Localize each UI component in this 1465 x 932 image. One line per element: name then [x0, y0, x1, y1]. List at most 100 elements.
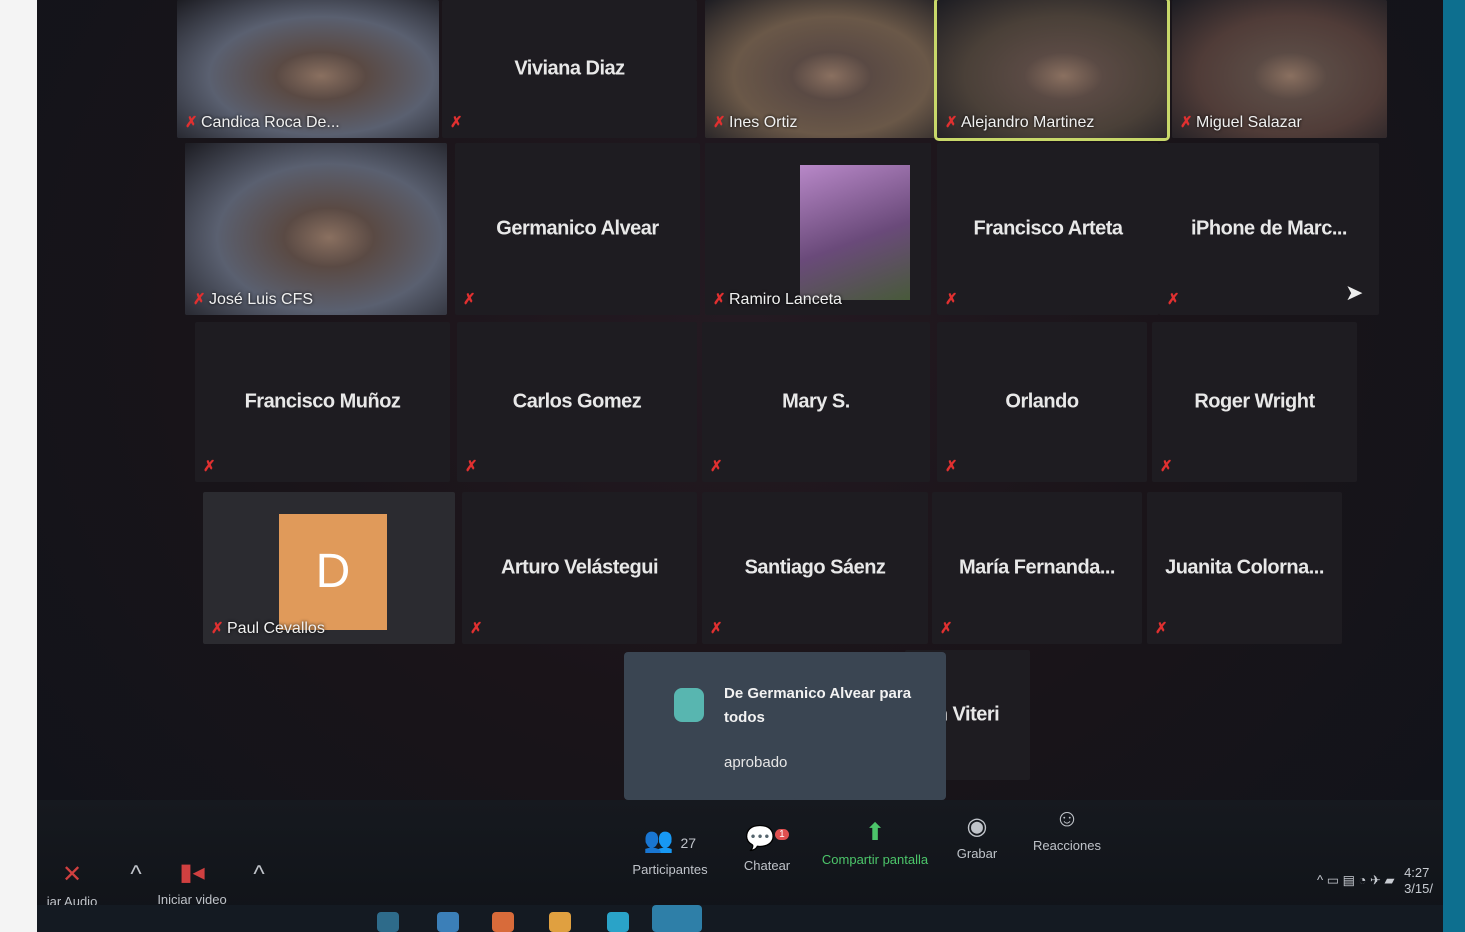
participants-icon: 👥 27 [643, 827, 697, 854]
chat-notification[interactable]: De Germanico Alvear para todos aprobado [624, 652, 946, 808]
participant-tile[interactable]: Viviana Diaz ✗ [442, 0, 697, 138]
system-tray: ^ ▭ ▤ ◔ ✈ ▰ 4:27 3/15/ [1317, 865, 1433, 897]
participant-tile[interactable]: ✗ Ramiro Lanceta [705, 143, 931, 315]
participant-tile[interactable]: ✗ Ines Ortiz [705, 0, 935, 138]
mic-muted-icon: ✗ [713, 291, 726, 308]
mic-muted-icon: ✗ [1167, 291, 1180, 308]
edge-icon[interactable] [607, 912, 629, 932]
participant-name: Francisco Muñoz [244, 390, 401, 413]
zoom-taskbar-icon[interactable] [652, 905, 702, 932]
participants-count: 27 [680, 835, 697, 851]
participant-name-label: Miguel Salazar [1196, 114, 1302, 131]
windows-start-icon[interactable] [437, 912, 459, 932]
chat-button[interactable]: 💬 1 Chatear [737, 822, 797, 874]
participant-name: María Fernanda... [959, 556, 1116, 579]
windows-taskbar [37, 905, 1443, 932]
clock-time: 4:27 [1404, 865, 1430, 880]
participant-name: Francisco Arteta [973, 217, 1123, 240]
mic-muted-icon: ✗ [940, 620, 953, 637]
mic-muted-icon: ✗ [945, 458, 958, 475]
participant-tile[interactable]: María Fernanda... ✗ [932, 492, 1142, 644]
chat-bubble-icon [674, 688, 704, 722]
participant-tile[interactable]: ✗ José Luis CFS [185, 143, 447, 315]
participant-name-label: Candica Roca De... [201, 114, 340, 131]
participant-tile[interactable]: Francisco Arteta ✗ [937, 143, 1159, 315]
participant-name: Juanita Colorna... [1165, 556, 1324, 579]
record-button[interactable]: ◉ Grabar [952, 813, 1002, 862]
participant-name-label: José Luis CFS [209, 291, 314, 308]
mic-muted-icon: ✗ [465, 458, 478, 475]
participant-name: Mary S. [782, 390, 850, 413]
mic-muted-icon: ✗ [463, 291, 476, 308]
record-label: Grabar [956, 846, 998, 861]
mic-muted-icon: ✗ [211, 620, 224, 637]
mouse-cursor-icon: ➤ [1345, 280, 1364, 305]
mic-muted-icon: ✗ [450, 114, 463, 131]
participant-name: Roger Wright [1194, 390, 1315, 413]
mic-muted-icon: ✗ [710, 620, 723, 637]
mic-muted-icon: ✗ [1160, 458, 1173, 475]
participant-video-feed [185, 143, 447, 315]
participant-avatar: D [279, 514, 387, 630]
chat-notification-message: aprobado [724, 754, 788, 771]
mic-muted-icon: ✗ [1155, 620, 1168, 637]
chat-badge: 1 [775, 829, 789, 840]
clock-date: 3/15/ [1404, 881, 1433, 896]
mic-muted-icon: ✗ [193, 291, 206, 308]
participant-name-label: Paul Cevallos [227, 620, 325, 637]
participant-name-label: Ramiro Lanceta [729, 291, 842, 308]
participant-tile[interactable]: Carlos Gomez ✗ [457, 322, 697, 482]
mic-muted-icon: ✗ [945, 114, 958, 131]
participant-tile[interactable]: ✗ Alejandro Martinez [934, 0, 1170, 141]
participant-name: Arturo Velástegui [500, 556, 659, 579]
browser-icon[interactable] [492, 912, 514, 932]
share-screen-icon: ⬆ [864, 819, 886, 846]
reactions-label: Reacciones [1033, 838, 1101, 853]
start-video-button[interactable]: ▮◂ Iniciar video [132, 859, 252, 908]
caret-up-icon: ^ [253, 861, 265, 888]
zoom-meeting-window: ✗ Candica Roca De... Viviana Diaz ✗ ✗ Ines Or… [37, 0, 1443, 932]
mic-muted-icon: ✗ [185, 114, 198, 131]
reactions-icon: ☺ [1054, 805, 1080, 832]
participant-profile-photo [705, 143, 931, 315]
monitor-right-edge [1443, 0, 1465, 932]
share-screen-button[interactable]: ⬆ Compartir pantalla [815, 819, 935, 868]
audio-button[interactable]: ✕ iar Audio [37, 862, 107, 910]
tray-icons[interactable]: ^ ▭ ▤ ◔ ✈ ▰ [1317, 872, 1394, 887]
mic-muted-icon: ✗ [203, 458, 216, 475]
mic-muted-icon: ✗ [1180, 114, 1193, 131]
taskbar-app-icon[interactable] [377, 912, 399, 932]
participants-button[interactable]: 👥 27 Participantes [625, 827, 715, 878]
mic-muted-icon: ✗ [713, 114, 726, 131]
participant-tile[interactable]: D ✗ Paul Cevallos [203, 492, 455, 644]
participant-tile[interactable]: Santiago Sáenz ✗ [702, 492, 928, 644]
video-options-caret[interactable]: ^ [250, 862, 268, 894]
participant-name-label: Alejandro Martinez [961, 114, 1095, 131]
record-icon: ◉ [966, 813, 988, 840]
participants-label: Participantes [632, 862, 708, 877]
participant-tile[interactable]: Francisco Muñoz ✗ [195, 322, 450, 482]
participant-tile[interactable]: Juanita Colorna... ✗ [1147, 492, 1342, 644]
reactions-button[interactable]: ☺ Reacciones [1027, 805, 1107, 854]
participant-name: Viviana Diaz [514, 57, 625, 80]
participant-tile[interactable]: Arturo Velástegui ✗ [462, 492, 697, 644]
chat-icon: 💬 1 [737, 822, 797, 852]
participant-tile[interactable]: ✗ Candica Roca De... [177, 0, 439, 138]
chat-notification-sender: De Germanico Alvear para todos [724, 685, 912, 726]
participant-tile[interactable]: Mary S. ✗ [702, 322, 930, 482]
participant-tile[interactable]: Orlando ✗ [937, 322, 1147, 482]
file-explorer-icon[interactable] [549, 912, 571, 932]
mic-muted-icon: ✗ [710, 458, 723, 475]
participant-tile[interactable]: Roger Wright ✗ [1152, 322, 1357, 482]
share-screen-label: Compartir pantalla [821, 852, 929, 867]
participant-name: Orlando [1005, 390, 1079, 413]
monitor-left-edge [0, 0, 37, 932]
participant-name: Santiago Sáenz [744, 556, 886, 579]
clock[interactable]: 4:27 3/15/ [1404, 865, 1433, 897]
participant-tile[interactable]: Germanico Alvear ✗ [455, 143, 700, 315]
participant-name-label: Ines Ortiz [729, 114, 798, 131]
profile-photo-image [800, 165, 910, 300]
chat-label: Chatear [743, 858, 791, 873]
participant-tile[interactable]: ✗ Miguel Salazar [1172, 0, 1387, 138]
video-off-icon: ▮◂ [179, 859, 205, 886]
